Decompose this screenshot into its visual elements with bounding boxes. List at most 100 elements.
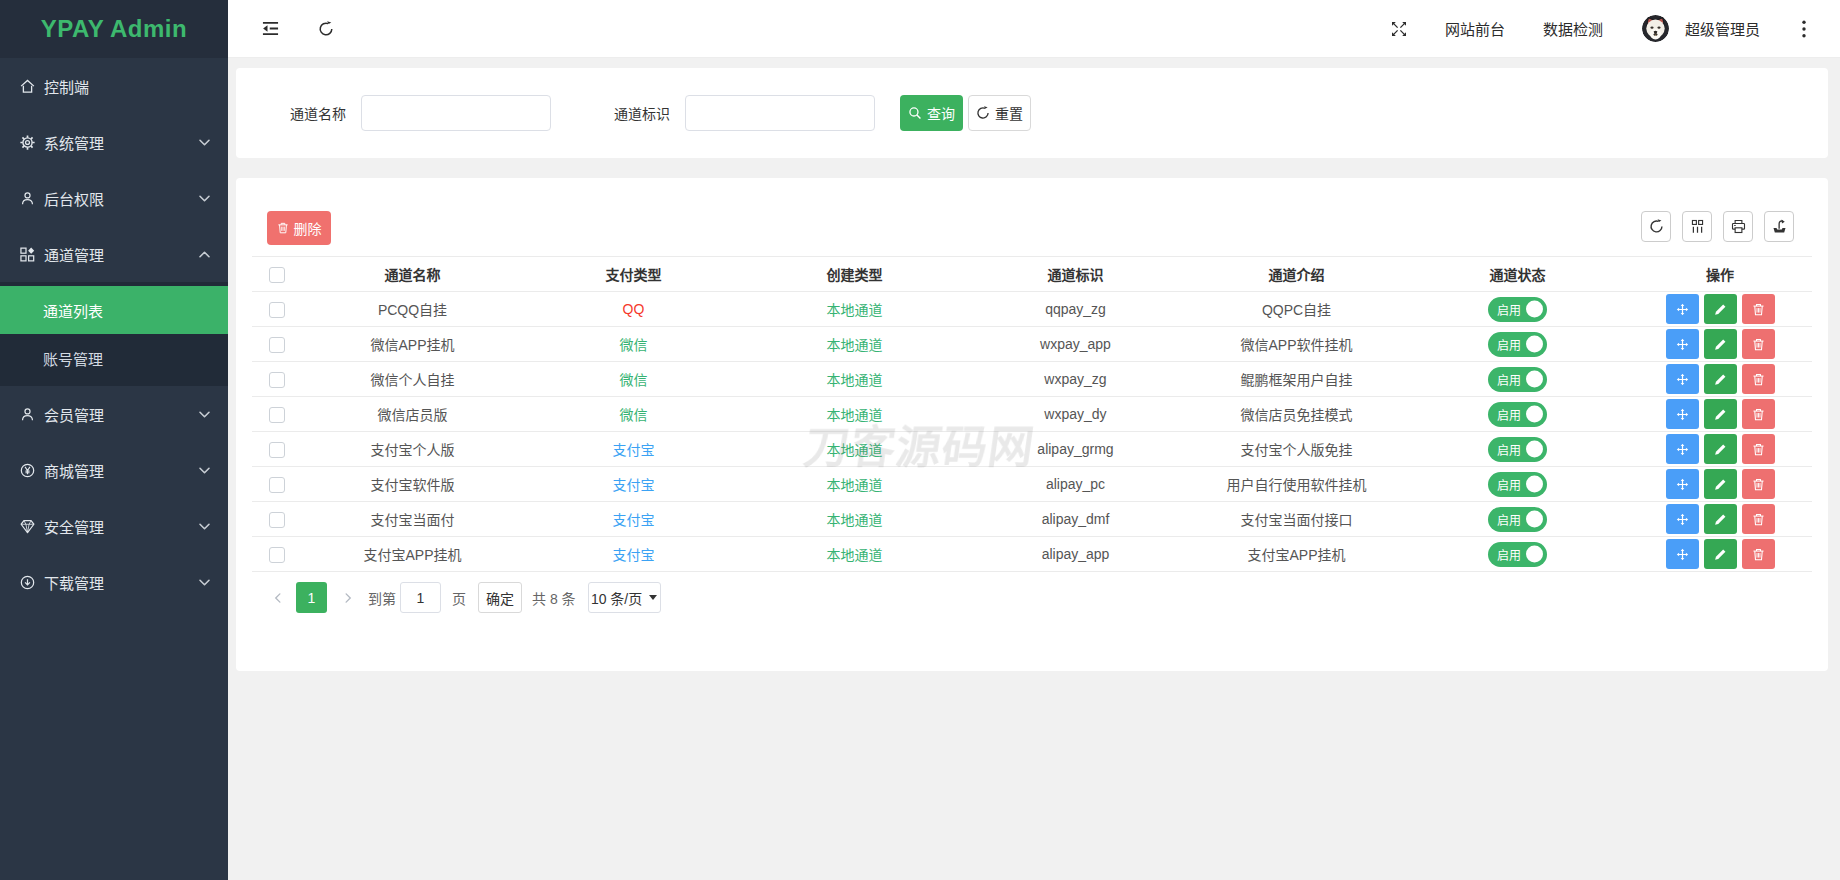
- cell-create-type-link[interactable]: 本地通道: [827, 442, 883, 458]
- move-row-button[interactable]: [1666, 329, 1699, 359]
- pencil-icon: [1714, 443, 1727, 456]
- delete-row-button[interactable]: [1742, 504, 1775, 534]
- fullscreen-icon[interactable]: [1391, 21, 1407, 37]
- status-toggle[interactable]: 启用: [1488, 542, 1547, 567]
- sidebar-item-shield[interactable]: 安全管理: [0, 498, 228, 554]
- sidebar-item-yen[interactable]: 商城管理: [0, 442, 228, 498]
- table-toolbar: 删除: [252, 211, 1812, 245]
- col-channel-status: 通道状态: [1407, 257, 1628, 292]
- download-icon: [20, 575, 35, 590]
- delete-row-button[interactable]: [1742, 329, 1775, 359]
- refresh-table-button[interactable]: [1641, 211, 1671, 242]
- reset-button[interactable]: 重置: [968, 95, 1031, 131]
- delete-row-button[interactable]: [1742, 364, 1775, 394]
- edit-row-button[interactable]: [1704, 504, 1737, 534]
- row-checkbox[interactable]: [269, 442, 285, 458]
- delete-selected-button[interactable]: 删除: [267, 211, 331, 245]
- cell-channel-name: 支付宝个人版: [302, 432, 523, 467]
- move-row-button[interactable]: [1666, 539, 1699, 569]
- status-toggle[interactable]: 启用: [1488, 437, 1547, 462]
- next-page-icon[interactable]: [342, 592, 354, 604]
- channel-code-input[interactable]: [685, 95, 875, 131]
- current-page-button[interactable]: 1: [296, 582, 327, 613]
- status-toggle[interactable]: 启用: [1488, 332, 1547, 357]
- edit-row-button[interactable]: [1704, 539, 1737, 569]
- search-button[interactable]: 查询: [900, 95, 963, 131]
- delete-row-button[interactable]: [1742, 399, 1775, 429]
- sidebar-item-gear[interactable]: 系统管理: [0, 114, 228, 170]
- cell-create-type-link[interactable]: 本地通道: [827, 512, 883, 528]
- refresh-page-icon[interactable]: [318, 21, 334, 37]
- status-toggle[interactable]: 启用: [1488, 507, 1547, 532]
- cell-create-type-link[interactable]: 本地通道: [827, 407, 883, 423]
- goto-confirm-button[interactable]: 确定: [478, 582, 522, 613]
- status-toggle-label: 启用: [1497, 301, 1521, 318]
- move-row-button[interactable]: [1666, 469, 1699, 499]
- row-checkbox[interactable]: [269, 337, 285, 353]
- components-icon: [20, 247, 35, 262]
- cell-create-type-link[interactable]: 本地通道: [827, 547, 883, 563]
- export-button[interactable]: [1764, 211, 1794, 242]
- row-checkbox[interactable]: [269, 407, 285, 423]
- row-checkbox[interactable]: [269, 477, 285, 493]
- delete-row-button[interactable]: [1742, 539, 1775, 569]
- front-site-link[interactable]: 网站前台: [1445, 18, 1505, 39]
- status-toggle[interactable]: 启用: [1488, 402, 1547, 427]
- submenu-item[interactable]: 账号管理: [0, 334, 228, 382]
- row-checkbox[interactable]: [269, 547, 285, 563]
- cell-create-type-link[interactable]: 本地通道: [827, 372, 883, 388]
- cell-channel-intro: 用户自行使用软件挂机: [1186, 467, 1407, 502]
- cell-pay-type: 支付宝: [523, 537, 744, 572]
- print-button[interactable]: [1723, 211, 1753, 242]
- status-toggle[interactable]: 启用: [1488, 367, 1547, 392]
- edit-row-button[interactable]: [1704, 329, 1737, 359]
- data-check-link[interactable]: 数据检测: [1543, 18, 1603, 39]
- cell-channel-name: 微信APP挂机: [302, 327, 523, 362]
- submenu-item-active[interactable]: 通道列表: [0, 286, 228, 334]
- edit-row-button[interactable]: [1704, 364, 1737, 394]
- page-size-select[interactable]: 10 条/页: [588, 582, 661, 613]
- goto-page-input[interactable]: [400, 582, 441, 613]
- cell-create-type-link[interactable]: 本地通道: [827, 477, 883, 493]
- sidebar-item-components[interactable]: 通道管理: [0, 226, 228, 282]
- chevron-down-icon: [197, 520, 212, 532]
- table-header-row: 通道名称 支付类型 创建类型 通道标识 通道介绍 通道状态 操作: [252, 257, 1812, 292]
- row-checkbox[interactable]: [269, 512, 285, 528]
- row-checkbox[interactable]: [269, 372, 285, 388]
- status-toggle[interactable]: 启用: [1488, 472, 1547, 497]
- move-row-button[interactable]: [1666, 504, 1699, 534]
- delete-row-button[interactable]: [1742, 434, 1775, 464]
- sidebar-item-download[interactable]: 下载管理: [0, 554, 228, 610]
- toggle-knob: [1526, 511, 1543, 528]
- delete-row-button[interactable]: [1742, 294, 1775, 324]
- edit-row-button[interactable]: [1704, 434, 1737, 464]
- move-row-button[interactable]: [1666, 364, 1699, 394]
- trash-icon: [1752, 303, 1765, 316]
- cell-channel-name: PCQQ自挂: [302, 292, 523, 327]
- username[interactable]: 超级管理员: [1685, 18, 1760, 39]
- edit-row-button[interactable]: [1704, 469, 1737, 499]
- delete-row-button[interactable]: [1742, 469, 1775, 499]
- sidebar-item-user[interactable]: 后台权限: [0, 170, 228, 226]
- collapse-sidebar-icon[interactable]: [262, 20, 279, 37]
- col-create-type: 创建类型: [744, 257, 965, 292]
- logo[interactable]: YPAY Admin: [0, 0, 228, 58]
- status-toggle[interactable]: 启用: [1488, 297, 1547, 322]
- toggle-columns-button[interactable]: [1682, 211, 1712, 242]
- cell-create-type-link[interactable]: 本地通道: [827, 302, 883, 318]
- avatar[interactable]: [1642, 15, 1669, 42]
- select-all-checkbox[interactable]: [269, 267, 285, 283]
- move-row-button[interactable]: [1666, 399, 1699, 429]
- more-menu-icon[interactable]: [1802, 20, 1806, 38]
- prev-page-icon[interactable]: [272, 592, 284, 604]
- table-row: 支付宝软件版 支付宝 本地通道 alipay_pc 用户自行使用软件挂机 启用: [252, 467, 1812, 502]
- cell-create-type-link[interactable]: 本地通道: [827, 337, 883, 353]
- move-row-button[interactable]: [1666, 434, 1699, 464]
- row-checkbox[interactable]: [269, 302, 285, 318]
- move-row-button[interactable]: [1666, 294, 1699, 324]
- channel-name-input[interactable]: [361, 95, 551, 131]
- sidebar-item-member[interactable]: 会员管理: [0, 386, 228, 442]
- sidebar-item-home[interactable]: 控制端: [0, 58, 228, 114]
- edit-row-button[interactable]: [1704, 294, 1737, 324]
- edit-row-button[interactable]: [1704, 399, 1737, 429]
